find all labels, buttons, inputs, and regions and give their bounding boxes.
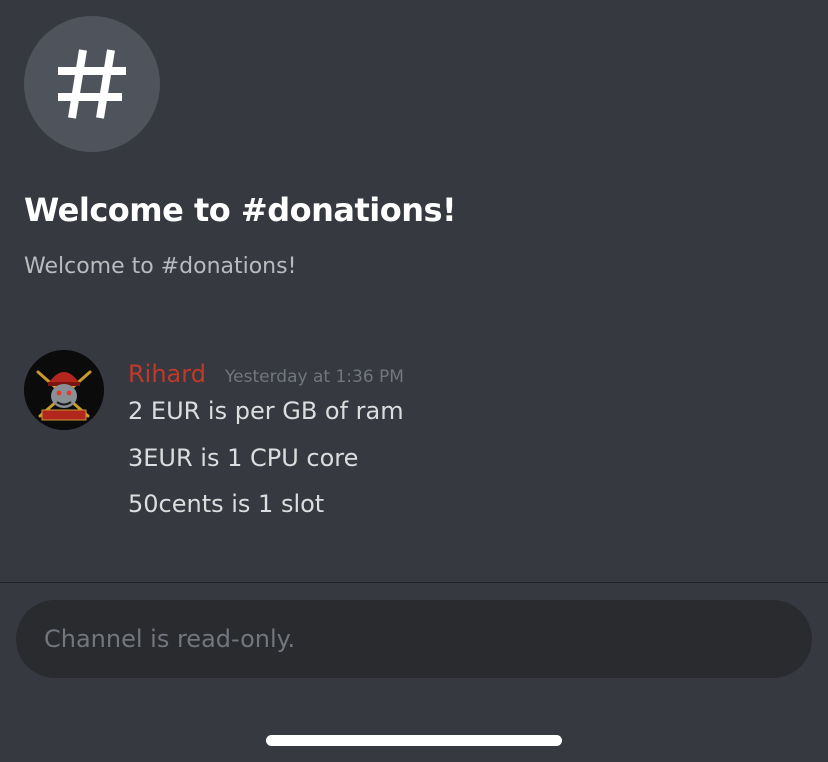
message-input[interactable]: Channel is read-only. [16, 600, 812, 678]
input-placeholder: Channel is read-only. [44, 625, 296, 653]
author-name[interactable]: Rihard [128, 360, 206, 388]
welcome-subtitle: Welcome to #donations! [24, 254, 297, 279]
message-line: 3EUR is 1 CPU core [128, 444, 359, 472]
message-line: 2 EUR is per GB of ram [128, 397, 404, 425]
message-timestamp: Yesterday at 1:36 PM [225, 367, 404, 387]
composer-divider [0, 582, 828, 583]
team-logo-icon [24, 350, 104, 430]
hash-icon [58, 49, 126, 119]
channel-icon-circle [24, 16, 160, 152]
home-indicator[interactable] [266, 735, 562, 746]
message-line: 50cents is 1 slot [128, 490, 325, 518]
welcome-title: Welcome to #donations! [24, 191, 457, 229]
avatar[interactable] [24, 350, 104, 430]
message-header: Rihard Yesterday at 1:36 PM [128, 358, 404, 393]
